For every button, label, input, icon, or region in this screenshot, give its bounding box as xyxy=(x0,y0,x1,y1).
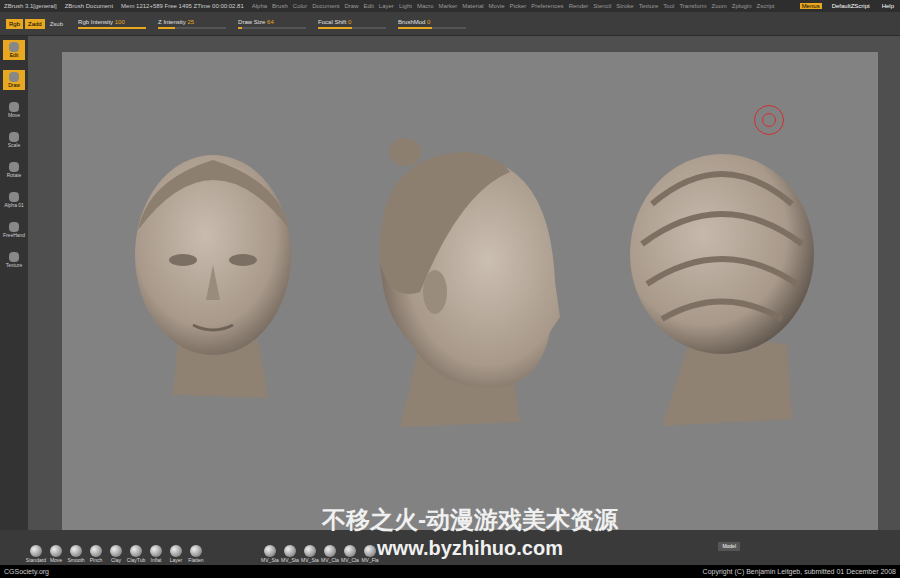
brush-button[interactable]: Move xyxy=(48,545,64,563)
menu-item[interactable]: Color xyxy=(293,3,307,9)
menu-item[interactable]: Render xyxy=(569,3,589,9)
right-menu-button[interactable]: Help xyxy=(880,3,896,9)
mode-button[interactable]: Rgb xyxy=(6,19,23,29)
toolbar-slider[interactable]: Focal Shift 0 xyxy=(318,19,386,29)
status-text: Mem 1212+589 Free 1495 ZTime 00:00:02.81 xyxy=(121,3,244,9)
menu-item[interactable]: Picker xyxy=(510,3,527,9)
menu-item[interactable]: Transform xyxy=(679,3,706,9)
menu-item[interactable]: Marker xyxy=(439,3,458,9)
menu-item[interactable]: Edit xyxy=(364,3,374,9)
footer: CGSociety.org Copyright (C) Benjamin Leit… xyxy=(0,565,900,578)
menu-item[interactable]: Zplugin xyxy=(732,3,752,9)
shelf-button[interactable]: FreeHand xyxy=(3,220,25,240)
left-shelf: Edit Draw Move Scale Rotate Alpha 01 FreeHand T… xyxy=(0,36,28,530)
menu-item[interactable]: Stroke xyxy=(616,3,633,9)
footer-copyright: Copyright (C) Benjamin Leitgeb, submitte… xyxy=(703,568,896,575)
shelf-button[interactable]: Rotate xyxy=(3,160,25,180)
right-menu-button[interactable]: DefaultZScript xyxy=(830,3,872,9)
menu-item[interactable]: Brush xyxy=(272,3,288,9)
menu-item[interactable]: Zoom xyxy=(712,3,727,9)
shelf-button[interactable]: Draw xyxy=(3,70,25,90)
menu-item[interactable]: Document xyxy=(312,3,339,9)
watermark-url: www.byzhihuo.com xyxy=(377,538,563,558)
side-head-render xyxy=(360,132,570,432)
model-button[interactable]: Model xyxy=(718,542,740,551)
zbrush-app: ZBrush 3.1[general] ZBrush Document Mem 12… xyxy=(0,0,900,578)
custom-brush-button[interactable]: MV_Sta xyxy=(262,545,278,563)
menu-item[interactable]: Stencil xyxy=(593,3,611,9)
back-head-render xyxy=(622,144,822,429)
watermark: 不移之火-动漫游戏美术资源 www.byzhihuo.com xyxy=(62,508,878,558)
menu-item[interactable]: Preferences xyxy=(531,3,563,9)
menu-item[interactable]: Light xyxy=(399,3,412,9)
menu-item[interactable]: Tool xyxy=(663,3,674,9)
menu-item[interactable]: Texture xyxy=(639,3,659,9)
right-menu-button[interactable]: Menus xyxy=(800,3,822,9)
toolbar-slider[interactable]: Rgb Intensity 100 xyxy=(78,19,146,29)
tool-bar: RgbZaddZsub Rgb Intensity 100 Z Intensity … xyxy=(0,12,900,36)
brush-button[interactable]: Flatten xyxy=(188,545,204,563)
brush-cursor-icon xyxy=(754,105,784,135)
toolbar-slider[interactable]: Z Intensity 25 xyxy=(158,19,226,29)
front-head-render xyxy=(118,140,308,400)
brush-button[interactable]: Layer xyxy=(168,545,184,563)
app-title: ZBrush 3.1[general] xyxy=(4,3,57,9)
brush-button[interactable]: Clay xyxy=(108,545,124,563)
menu-item[interactable]: Zscript xyxy=(757,3,775,9)
workspace: Edit Draw Move Scale Rotate Alpha 01 FreeHand T… xyxy=(0,36,900,530)
menu-item[interactable]: Alpha xyxy=(252,3,267,9)
brush-button[interactable]: Smooth xyxy=(68,545,84,563)
mode-button[interactable]: Zsub xyxy=(47,19,66,29)
menu-item[interactable]: Movie xyxy=(489,3,505,9)
shelf-button[interactable]: Scale xyxy=(3,130,25,150)
watermark-title: 不移之火-动漫游戏美术资源 xyxy=(322,508,618,532)
document-title: ZBrush Document xyxy=(65,3,113,9)
mode-button[interactable]: Zadd xyxy=(25,19,45,29)
menu-item[interactable]: Layer xyxy=(379,3,394,9)
custom-brush-button[interactable]: MV_Cla xyxy=(322,545,338,563)
toolbar-slider[interactable]: Draw Size 64 xyxy=(238,19,306,29)
shelf-button[interactable]: Alpha 01 xyxy=(3,190,25,210)
custom-brush-button[interactable]: MV_Cla xyxy=(342,545,358,563)
menus: Alpha Brush Color Document Draw Edit Layer Ligh… xyxy=(252,3,775,9)
menu-bar: ZBrush 3.1[general] ZBrush Document Mem 12… xyxy=(0,0,900,12)
brush-button[interactable]: ClayTub xyxy=(128,545,144,563)
custom-brush-button[interactable]: MV_Fla xyxy=(362,545,378,563)
custom-brush-button[interactable]: MV_Sta xyxy=(302,545,318,563)
footer-site: CGSociety.org xyxy=(4,568,49,575)
custom-brush-button[interactable]: MV_Sta xyxy=(282,545,298,563)
menu-item[interactable]: Macro xyxy=(417,3,434,9)
shelf-button[interactable]: Edit xyxy=(3,40,25,60)
brush-button[interactable]: Standard xyxy=(28,545,44,563)
menu-item[interactable]: Material xyxy=(462,3,483,9)
canvas: 不移之火-动漫游戏美术资源www.byzhihuo.com xyxy=(62,52,878,530)
menu-item[interactable]: Draw xyxy=(345,3,359,9)
brush-button[interactable]: Pinch xyxy=(88,545,104,563)
shelf-button[interactable]: Texture xyxy=(3,250,25,270)
toolbar-slider[interactable]: BrushMod 0 xyxy=(398,19,466,29)
shelf-button[interactable]: Move xyxy=(3,100,25,120)
brush-button[interactable]: Inflat xyxy=(148,545,164,563)
canvas-frame: 不移之火-动漫游戏美术资源www.byzhihuo.com xyxy=(28,36,900,530)
